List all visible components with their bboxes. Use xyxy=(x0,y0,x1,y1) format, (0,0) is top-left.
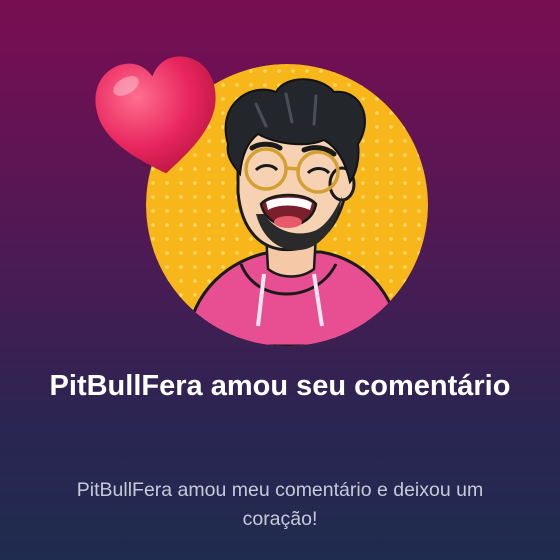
notification-message: PitBullFera amou meu comentário e deixou… xyxy=(76,479,484,530)
heart-icon xyxy=(92,50,224,178)
notification-title: PitBullFera amou seu comentário xyxy=(49,370,511,402)
